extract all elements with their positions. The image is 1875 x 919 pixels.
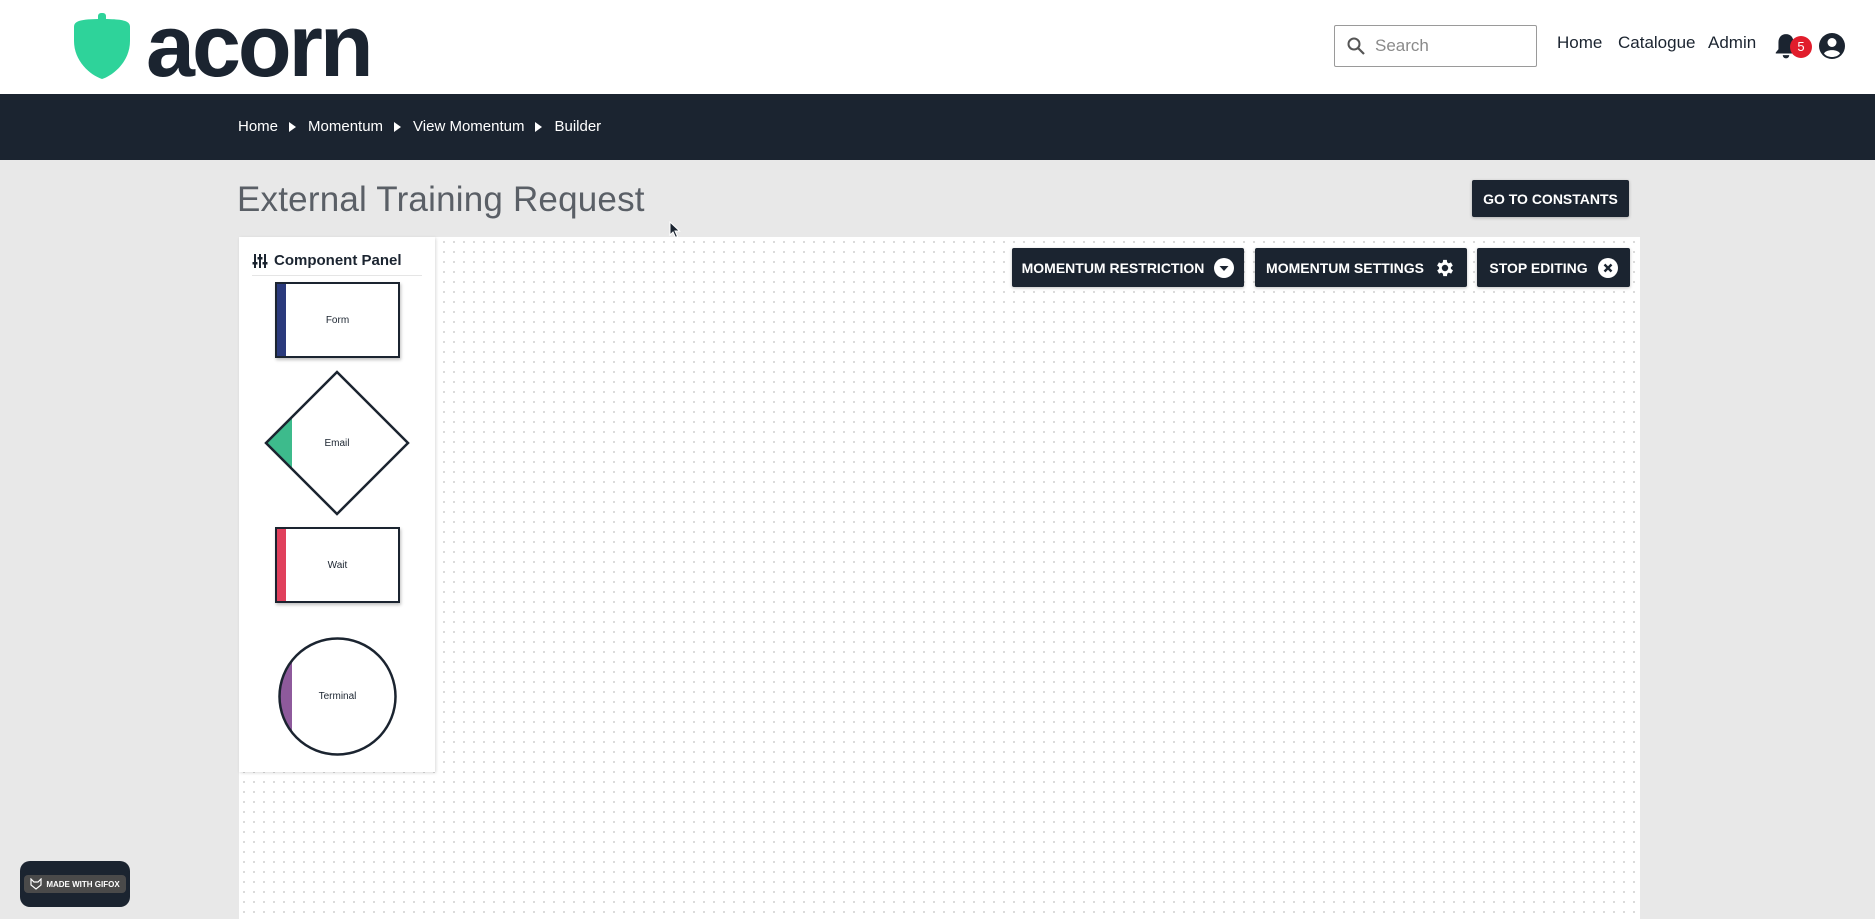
stop-editing-button[interactable]: STOP EDITING (1477, 248, 1630, 287)
fox-icon (30, 878, 42, 890)
acorn-logo[interactable]: acorn (70, 0, 374, 95)
breadcrumb-arrow-icon (535, 121, 543, 132)
form-stripe (277, 284, 286, 356)
breadcrumb-arrow-icon (289, 121, 297, 132)
page-title: External Training Request (237, 180, 645, 219)
terminal-component-label: Terminal (318, 691, 357, 702)
gifox-badge: MADE WITH GIFOX (20, 861, 130, 907)
nav-catalogue[interactable]: Catalogue (1618, 33, 1696, 53)
gifox-label-box: MADE WITH GIFOX (24, 875, 126, 893)
wait-stripe (277, 529, 286, 601)
acorn-icon (74, 13, 130, 79)
gifox-label: MADE WITH GIFOX (46, 879, 120, 889)
nav-home[interactable]: Home (1557, 33, 1602, 53)
form-component[interactable]: Form (275, 282, 400, 358)
email-component[interactable]: Email (264, 370, 410, 516)
email-component-label: Email (324, 437, 350, 449)
wait-component[interactable]: Wait (275, 527, 400, 603)
dropdown-circle-icon (1214, 257, 1235, 278)
nav-admin[interactable]: Admin (1708, 33, 1756, 53)
notification-count-badge: 5 (1790, 36, 1812, 58)
momentum-restriction-label: MOMENTUM RESTRICTION (1021, 259, 1205, 276)
go-to-constants-label: GO TO CONSTANTS (1483, 190, 1618, 207)
terminal-component[interactable]: Terminal (277, 636, 398, 757)
momentum-restriction-button[interactable]: MOMENTUM RESTRICTION (1012, 248, 1244, 287)
logo-wordmark: acorn (146, 0, 374, 95)
breadcrumb: Home Momentum View Momentum Builder (238, 118, 601, 135)
component-panel-header: Component Panel (252, 252, 422, 276)
form-component-label: Form (325, 314, 350, 326)
close-circle-icon (1597, 257, 1618, 278)
gear-icon (1434, 257, 1456, 279)
mouse-cursor-icon (669, 221, 681, 239)
top-header: acorn Home Catalogue Admin 5 (0, 0, 1875, 94)
breadcrumb-momentum[interactable]: Momentum (308, 118, 383, 135)
component-panel: Component Panel Form Email Wait Terminal (239, 237, 435, 772)
breadcrumb-bar: Home Momentum View Momentum Builder (0, 94, 1875, 160)
search-icon (1347, 37, 1365, 55)
sliders-icon (252, 253, 268, 268)
breadcrumb-arrow-icon (394, 121, 402, 132)
momentum-settings-button[interactable]: MOMENTUM SETTINGS (1255, 248, 1467, 287)
momentum-settings-label: MOMENTUM SETTINGS (1266, 259, 1424, 276)
builder-canvas[interactable] (239, 237, 1640, 919)
search-box[interactable] (1334, 25, 1537, 67)
go-to-constants-button[interactable]: GO TO CONSTANTS (1472, 180, 1629, 217)
wait-component-label: Wait (327, 559, 348, 571)
component-panel-title: Component Panel (274, 252, 402, 269)
breadcrumb-home[interactable]: Home (238, 118, 278, 135)
account-icon[interactable] (1818, 32, 1846, 60)
stop-editing-label: STOP EDITING (1489, 259, 1588, 276)
breadcrumb-builder: Builder (554, 118, 602, 135)
breadcrumb-view-momentum[interactable]: View Momentum (413, 118, 524, 135)
search-input[interactable] (1375, 34, 1525, 58)
